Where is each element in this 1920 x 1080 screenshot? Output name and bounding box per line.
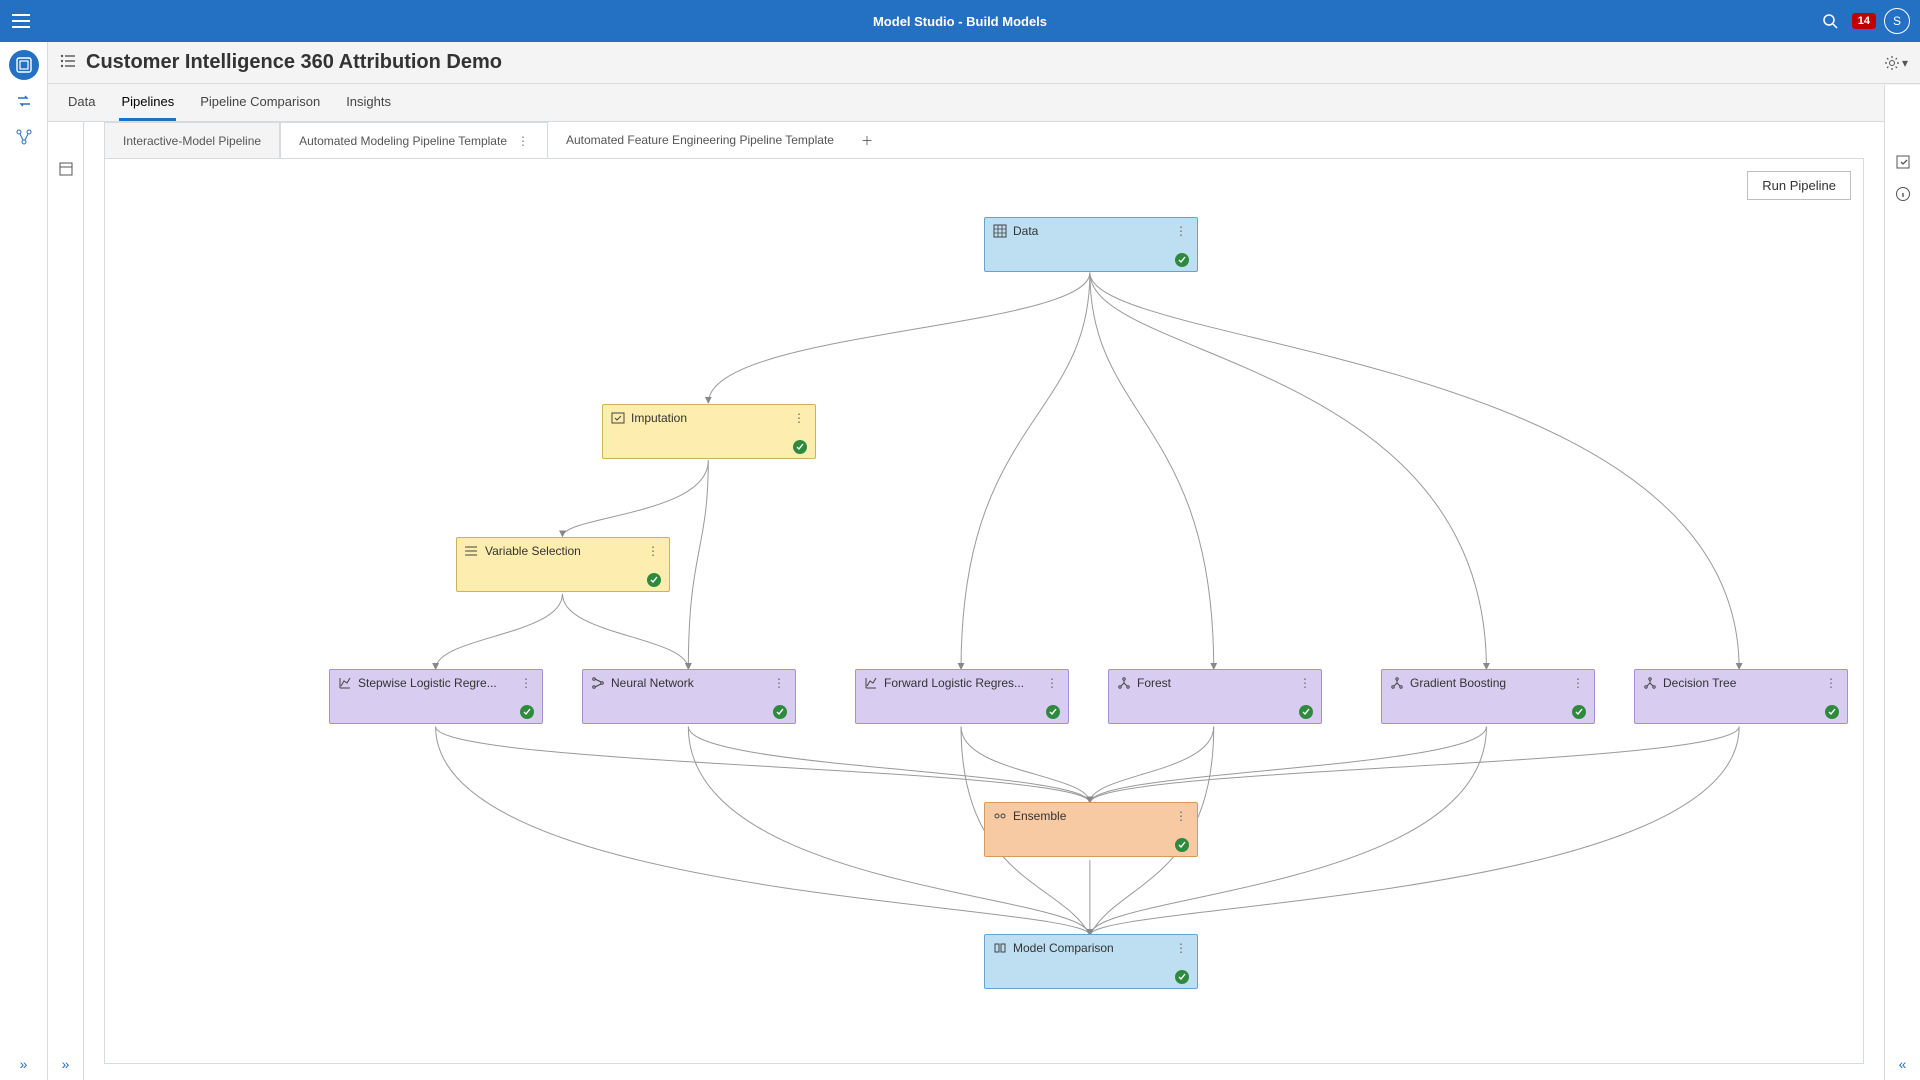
node-gradient-boosting[interactable]: Gradient Boosting ⋮ — [1381, 669, 1595, 724]
node-stepwise[interactable]: Stepwise Logistic Regre... ⋮ — [329, 669, 543, 724]
check-icon — [647, 573, 661, 587]
rail-exchange-icon[interactable] — [9, 86, 39, 116]
node-label: Model Comparison — [1013, 941, 1167, 955]
page-header: Customer Intelligence 360 Attribution De… — [48, 42, 1920, 84]
main-tabs: Data Pipelines Pipeline Comparison Insig… — [48, 84, 1920, 122]
regression-icon — [338, 676, 352, 690]
node-model-comparison[interactable]: Model Comparison ⋮ — [984, 934, 1198, 989]
user-avatar[interactable]: S — [1884, 8, 1910, 34]
menu-icon[interactable] — [0, 0, 42, 42]
right-rail: « — [1884, 85, 1920, 1080]
check-icon — [773, 705, 787, 719]
check-icon — [1572, 705, 1586, 719]
imputation-icon — [611, 411, 625, 425]
pipeline-tab-automated-modeling[interactable]: Automated Modeling Pipeline Template ⋮ — [280, 122, 548, 158]
app-banner: Model Studio - Build Models 14 S — [0, 0, 1920, 42]
right-rail-expand-icon[interactable]: « — [1899, 1056, 1907, 1072]
ensemble-icon — [993, 809, 1007, 823]
node-forest[interactable]: Forest ⋮ — [1108, 669, 1322, 724]
left-rail: » — [0, 42, 48, 1080]
node-label: Gradient Boosting — [1410, 676, 1564, 690]
kebab-icon[interactable]: ⋮ — [1570, 676, 1586, 690]
check-icon — [1175, 970, 1189, 984]
node-label: Imputation — [631, 411, 785, 425]
kebab-icon[interactable]: ⋮ — [645, 544, 661, 558]
pipeline-tab-automated-feature[interactable]: Automated Feature Engineering Pipeline T… — [548, 122, 852, 158]
node-neural-network[interactable]: Neural Network ⋮ — [582, 669, 796, 724]
node-label: Ensemble — [1013, 809, 1167, 823]
node-data[interactable]: Data ⋮ — [984, 217, 1198, 272]
tab-pipeline-comparison[interactable]: Pipeline Comparison — [198, 94, 322, 121]
node-label: Variable Selection — [485, 544, 639, 558]
node-label: Forest — [1137, 676, 1291, 690]
node-ensemble[interactable]: Ensemble ⋮ — [984, 802, 1198, 857]
tree-icon — [1117, 676, 1131, 690]
pipeline-canvas[interactable]: Run Pipeline — [104, 158, 1864, 1064]
left-rail-expand-icon[interactable]: » — [20, 1056, 28, 1072]
node-imputation[interactable]: Imputation ⋮ — [602, 404, 816, 459]
pipeline-tab-label: Interactive-Model Pipeline — [123, 134, 261, 148]
node-label: Decision Tree — [1663, 676, 1817, 690]
kebab-icon[interactable]: ⋮ — [1044, 676, 1060, 690]
tab-data[interactable]: Data — [66, 94, 97, 121]
neural-icon — [591, 676, 605, 690]
compare-icon — [993, 941, 1007, 955]
node-label: Neural Network — [611, 676, 765, 690]
check-icon — [1825, 705, 1839, 719]
kebab-icon[interactable]: ⋮ — [791, 411, 807, 425]
add-pipeline-icon[interactable]: ＋ — [852, 132, 882, 149]
node-variable-selection[interactable]: Variable Selection ⋮ — [456, 537, 670, 592]
run-pipeline-button[interactable]: Run Pipeline — [1747, 171, 1851, 200]
tab-pipelines[interactable]: Pipelines — [119, 94, 176, 121]
right-rail-info-icon[interactable] — [1892, 183, 1914, 205]
regression-icon — [864, 676, 878, 690]
pipeline-tab-label: Automated Feature Engineering Pipeline T… — [566, 133, 834, 147]
node-forward-logistic[interactable]: Forward Logistic Regres... ⋮ — [855, 669, 1069, 724]
check-icon — [520, 705, 534, 719]
page-title: Customer Intelligence 360 Attribution De… — [86, 51, 502, 74]
notification-badge[interactable]: 14 — [1852, 13, 1876, 29]
list-check-icon — [465, 544, 479, 558]
kebab-icon[interactable]: ⋮ — [1173, 809, 1189, 823]
edges-layer — [105, 159, 1863, 1063]
list-icon[interactable] — [60, 54, 76, 71]
kebab-icon[interactable]: ⋮ — [1173, 224, 1189, 238]
rail-nodes-icon[interactable] — [9, 122, 39, 152]
table-icon — [993, 224, 1007, 238]
node-label: Stepwise Logistic Regre... — [358, 676, 512, 690]
check-icon — [1299, 705, 1313, 719]
left-minirail: » — [48, 122, 84, 1080]
pipeline-tab-interactive[interactable]: Interactive-Model Pipeline — [104, 122, 280, 158]
kebab-icon[interactable]: ⋮ — [771, 676, 787, 690]
tab-insights[interactable]: Insights — [344, 94, 393, 121]
search-icon[interactable] — [1816, 7, 1844, 35]
gear-icon[interactable]: ▾ — [1884, 55, 1908, 71]
kebab-icon[interactable]: ⋮ — [1297, 676, 1313, 690]
minirail-panel-icon[interactable] — [55, 158, 77, 180]
kebab-icon[interactable]: ⋮ — [1173, 941, 1189, 955]
pipeline-tabs: Interactive-Model Pipeline Automated Mod… — [104, 122, 1884, 158]
app-title: Model Studio - Build Models — [873, 14, 1047, 29]
check-icon — [1175, 838, 1189, 852]
pipeline-tab-label: Automated Modeling Pipeline Template — [299, 134, 507, 148]
kebab-icon[interactable]: ⋮ — [1823, 676, 1839, 690]
node-decision-tree[interactable]: Decision Tree ⋮ — [1634, 669, 1848, 724]
check-icon — [1046, 705, 1060, 719]
tree-icon — [1390, 676, 1404, 690]
kebab-icon[interactable]: ⋮ — [517, 134, 529, 148]
node-label: Forward Logistic Regres... — [884, 676, 1038, 690]
right-rail-export-icon[interactable] — [1892, 151, 1914, 173]
check-icon — [793, 440, 807, 454]
rail-projects-icon[interactable] — [9, 50, 39, 80]
kebab-icon[interactable]: ⋮ — [518, 676, 534, 690]
check-icon — [1175, 253, 1189, 267]
tree-icon — [1643, 676, 1657, 690]
node-label: Data — [1013, 224, 1167, 238]
minirail-expand-icon[interactable]: » — [62, 1056, 70, 1072]
